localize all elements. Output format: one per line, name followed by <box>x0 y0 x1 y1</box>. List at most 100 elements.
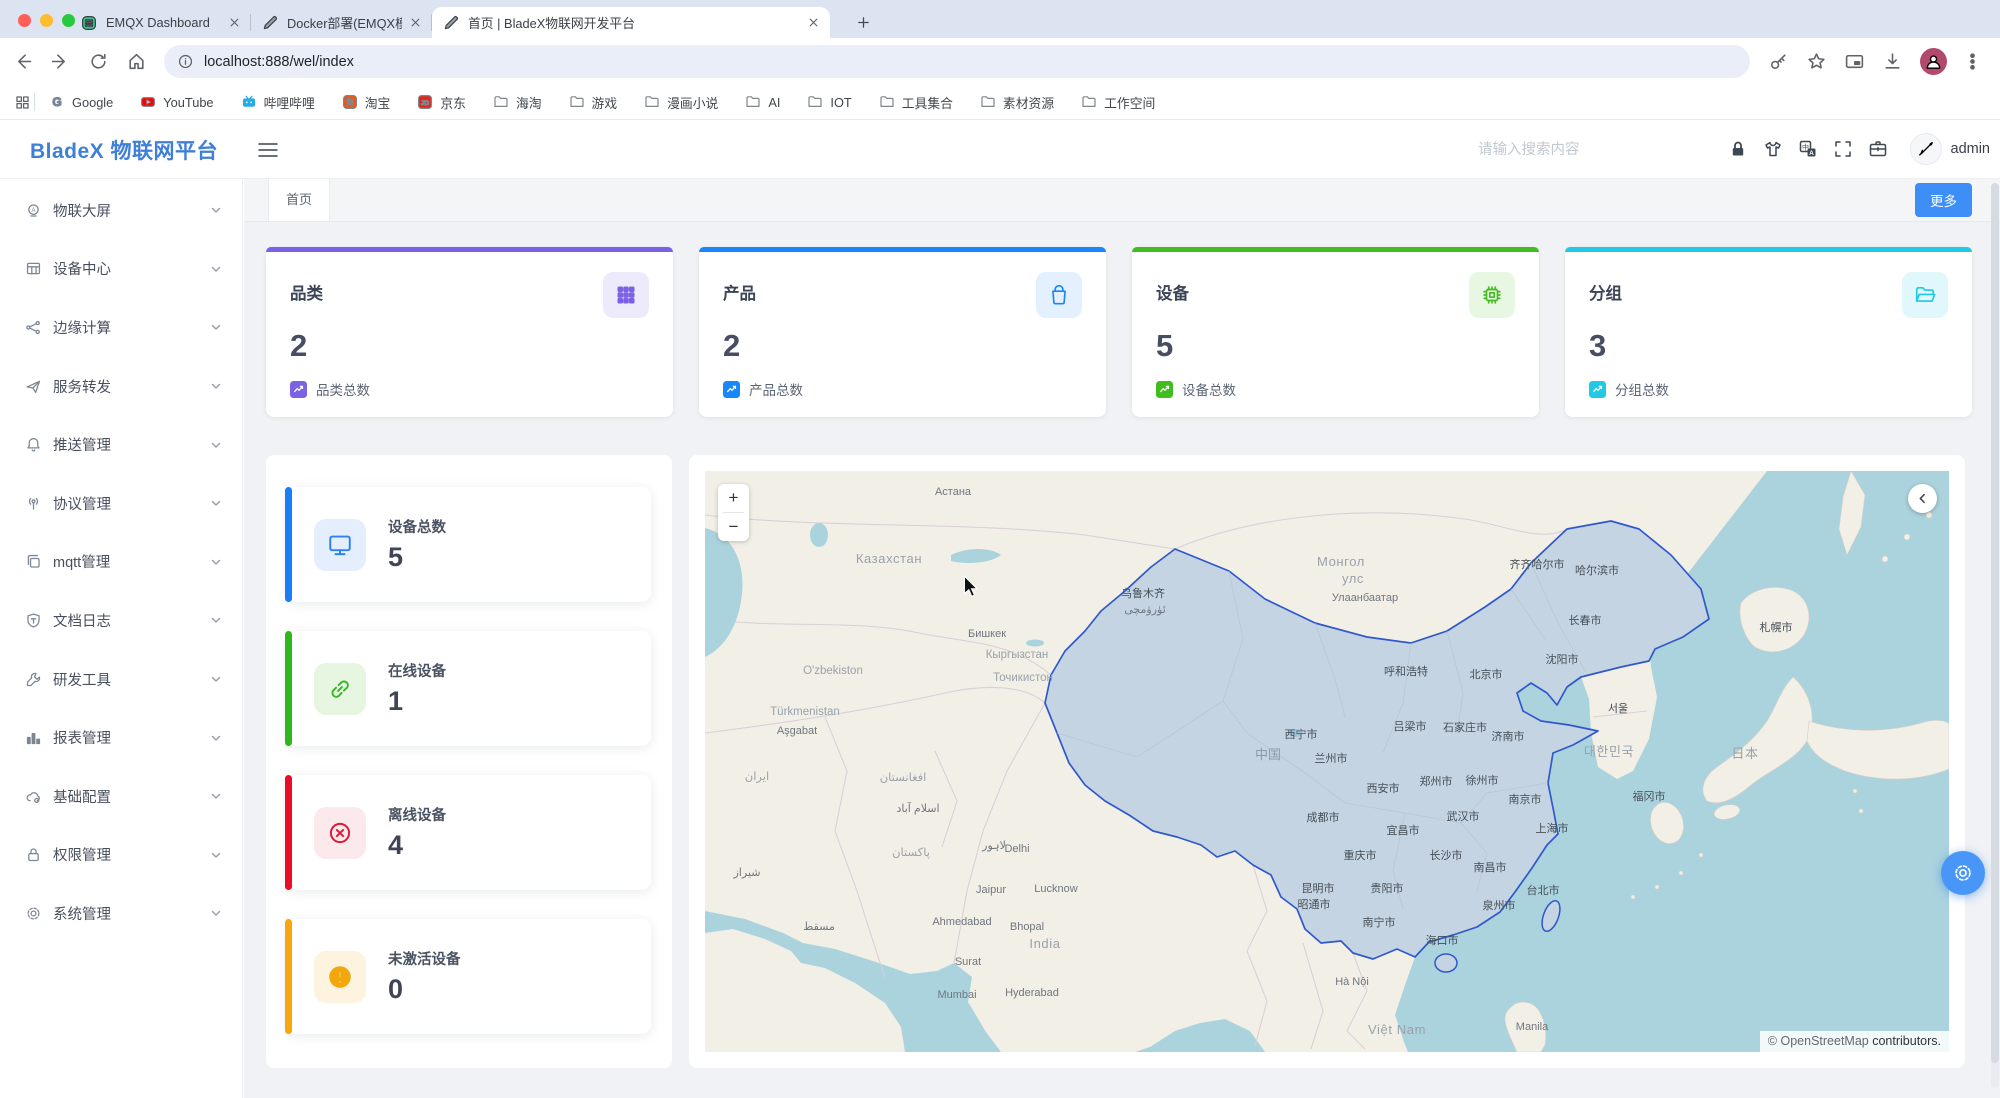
bar-chart-icon <box>25 729 42 746</box>
user-menu[interactable]: admin <box>1910 133 1991 165</box>
sidebar-item[interactable]: A 物联大屏 <box>0 181 242 240</box>
map-label: Lucknow <box>1034 883 1077 895</box>
map-label: 泉州市 <box>1483 898 1516 912</box>
map-label: 札幌市 <box>1760 620 1793 634</box>
chevron-down-icon <box>210 790 222 802</box>
sidebar-toggle-button[interactable] <box>256 138 280 162</box>
more-button[interactable]: 更多 <box>1915 183 1972 217</box>
sidebar-item[interactable]: 设备中心 <box>0 240 242 299</box>
overview-cards: 品类 2 品类总数 产品 2 产品总数 <box>266 247 1972 417</box>
map-zoom-out-button[interactable]: − <box>718 513 749 541</box>
map-label: Türkmenistan <box>770 706 840 718</box>
map-label: 长沙市 <box>1430 848 1463 862</box>
window-close-button[interactable] <box>18 14 31 27</box>
browser-tab[interactable]: EMQX Dashboard <box>70 7 251 38</box>
bookmark-item[interactable]: G Google <box>49 94 113 110</box>
pip-icon[interactable] <box>1844 51 1865 72</box>
fullscreen-icon[interactable] <box>1833 139 1853 159</box>
bookmark-item[interactable]: 工具集合 <box>879 93 953 112</box>
sidebar-item[interactable]: 文档日志 <box>0 591 242 650</box>
map-label: Точикистон <box>993 672 1053 684</box>
monitor-icon <box>314 519 366 571</box>
page-tab-home[interactable]: 首页 <box>268 179 330 221</box>
forward-icon[interactable] <box>50 51 71 72</box>
new-tab-button[interactable] <box>850 9 877 36</box>
settings-fab[interactable] <box>1941 851 1985 895</box>
bookmark-item[interactable]: 哔哩哔哩 <box>241 93 315 112</box>
bookmark-item[interactable]: IOT <box>807 94 851 110</box>
sidebar-item[interactable]: 边缘计算 <box>0 298 242 357</box>
sidebar-item[interactable]: 系统管理 <box>0 884 242 943</box>
map-label: Hyderabad <box>1005 987 1059 999</box>
sidebar-item[interactable]: 报表管理 <box>0 708 242 767</box>
bookmark-list: G Google YouTube 哔哩哔哩 淘 淘宝 JD 京东 <box>49 93 1182 112</box>
bookmark-item[interactable]: JD 京东 <box>417 93 466 112</box>
paper-plane-icon <box>25 378 42 395</box>
bookmark-item[interactable]: 工作空间 <box>1081 93 1155 112</box>
card-value: 3 <box>1589 328 1948 364</box>
map-collapse-button[interactable] <box>1908 484 1937 513</box>
page-scrollbar[interactable] <box>1991 183 1999 1088</box>
bookmark-item[interactable]: 漫画小说 <box>644 93 718 112</box>
wrench-icon <box>25 671 42 688</box>
translate-icon[interactable]: 中A <box>1798 139 1818 159</box>
download-icon[interactable] <box>1882 51 1903 72</box>
scrollbar-thumb[interactable] <box>1991 183 1999 1063</box>
back-icon[interactable] <box>12 51 33 72</box>
map-label: 成都市 <box>1307 810 1340 824</box>
bookmark-item[interactable]: 淘 淘宝 <box>342 93 391 112</box>
url-bar[interactable]: localhost:888/wel/index <box>164 45 1750 78</box>
reload-icon[interactable] <box>88 51 109 72</box>
map[interactable]: АстанаКазахстанБишкекКыргызстанO'zbekist… <box>705 471 1949 1052</box>
sidebar-item[interactable]: 服务转发 <box>0 357 242 416</box>
sidebar-item[interactable]: 推送管理 <box>0 415 242 474</box>
toolbox-icon[interactable] <box>1868 139 1888 159</box>
brand-logo[interactable]: BladeX 物联网平台 <box>30 135 218 165</box>
map-label: Delhi <box>1004 843 1029 855</box>
key-icon[interactable] <box>1768 51 1789 72</box>
bookmark-label: 哔哩哔哩 <box>264 93 315 112</box>
map-zoom-in-button[interactable]: + <box>718 484 749 512</box>
sidebar-item[interactable]: mqtt管理 <box>0 533 242 592</box>
sidebar-item-label: 物联大屏 <box>53 200 210 221</box>
emqx-icon <box>81 15 97 31</box>
browser-tab[interactable]: 首页 | BladeX物联网开发平台 <box>432 7 830 38</box>
browser-profile-avatar[interactable] <box>1920 48 1947 75</box>
sidebar-item[interactable]: 权限管理 <box>0 826 242 885</box>
sidebar-item[interactable]: 协议管理 <box>0 474 242 533</box>
bookmark-item[interactable]: YouTube <box>140 94 213 110</box>
tab-close-icon[interactable] <box>227 15 242 30</box>
circle-x-icon <box>314 807 366 859</box>
bookmark-item[interactable]: AI <box>745 94 780 110</box>
overview-card: 设备 5 设备总数 <box>1132 247 1539 417</box>
osm-link[interactable]: OpenStreetMap <box>1780 1034 1868 1048</box>
home-icon[interactable] <box>126 51 147 72</box>
star-icon[interactable] <box>1806 51 1827 72</box>
browser-tab[interactable]: Docker部署(EMQX模式) | Blad <box>251 7 432 38</box>
bookmark-label: 工作空间 <box>1104 93 1155 112</box>
header-search-input[interactable] <box>1478 135 1718 165</box>
card-title: 分组 <box>1589 280 1622 304</box>
card-title: 产品 <box>723 280 756 304</box>
stat-label: 设备总数 <box>388 516 446 537</box>
sidebar-item-label: 推送管理 <box>53 434 210 455</box>
map-label: 武汉市 <box>1447 809 1480 823</box>
tab-close-icon[interactable] <box>806 15 821 30</box>
window-minimize-button[interactable] <box>40 14 53 27</box>
site-info-icon[interactable] <box>177 53 194 70</box>
browser-tab-strip: EMQX Dashboard Docker部署(EMQX模式) | Blad 首… <box>0 0 2000 38</box>
sidebar-item[interactable]: 基础配置 <box>0 767 242 826</box>
tshirt-icon[interactable] <box>1763 139 1783 159</box>
apps-grid-button[interactable] <box>14 94 31 111</box>
bookmark-item[interactable]: 游戏 <box>569 93 618 112</box>
map-label: 日本 <box>1731 746 1758 761</box>
tab-close-icon[interactable] <box>408 15 423 30</box>
sidebar-item[interactable]: 研发工具 <box>0 650 242 709</box>
browser-menu-button[interactable] <box>1962 51 1983 72</box>
bookmark-item[interactable]: 素材资源 <box>980 93 1054 112</box>
lock-filled-icon[interactable] <box>1728 139 1748 159</box>
map-label: 대한민국 <box>1584 744 1634 759</box>
window-controls[interactable] <box>18 14 75 27</box>
bookmark-item[interactable]: 海淘 <box>493 93 542 112</box>
taobao-icon: 淘 <box>342 94 358 110</box>
